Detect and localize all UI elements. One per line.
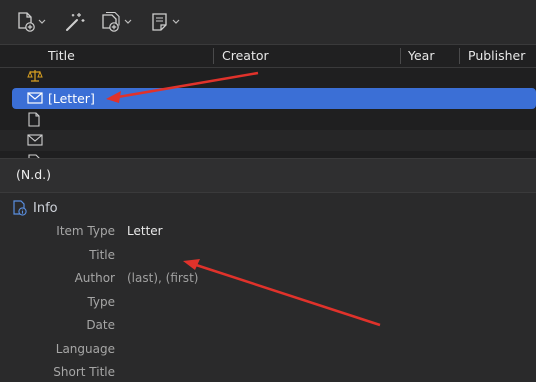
attachment-add-icon [102, 11, 120, 32]
add-attachment-button[interactable] [100, 10, 132, 34]
info-icon [13, 200, 27, 216]
item-pane-header: (N.d.) [0, 159, 536, 193]
field-label-date: Date [86, 318, 115, 332]
note-icon [152, 13, 167, 31]
field-label-item-type: Item Type [56, 224, 115, 238]
magic-wand-button[interactable] [64, 10, 86, 34]
field-label-language: Language [55, 342, 115, 356]
envelope-icon [27, 134, 43, 146]
magic-wand-icon [66, 13, 85, 31]
document-icon [28, 112, 40, 127]
envelope-icon [27, 92, 43, 104]
items-table-header: Title Creator Year Publisher [0, 44, 536, 68]
field-label-author: Author [74, 271, 115, 285]
chevron-down-icon [172, 19, 180, 24]
items-list: [Letter] [0, 68, 536, 158]
author-field[interactable]: (last), (first) [127, 271, 198, 285]
info-section-title: Info [33, 200, 58, 216]
field-label-type: Type [87, 295, 115, 309]
item-type-select[interactable]: Letter [127, 224, 163, 238]
chevron-down-icon [38, 19, 46, 24]
column-separator[interactable] [213, 48, 214, 64]
column-creator[interactable]: Creator [222, 45, 269, 67]
row-title: [Letter] [48, 91, 95, 106]
field-label-title: Title [89, 248, 115, 262]
item-pane-title: (N.d.) [16, 167, 51, 182]
column-separator[interactable] [400, 48, 401, 64]
table-row[interactable] [0, 68, 536, 87]
table-row[interactable] [0, 109, 536, 130]
new-note-button[interactable] [150, 10, 180, 34]
toolbar [0, 0, 536, 44]
table-row[interactable] [0, 151, 536, 158]
new-item-button[interactable] [16, 10, 46, 34]
scales-icon [27, 70, 43, 82]
info-section: Info Item Type Letter Title Author (last… [0, 194, 536, 382]
column-publisher[interactable]: Publisher [468, 45, 525, 67]
table-row[interactable] [0, 130, 536, 151]
column-year[interactable]: Year [408, 45, 434, 67]
new-document-icon [18, 12, 35, 32]
chevron-down-icon [124, 19, 132, 24]
column-separator[interactable] [459, 48, 460, 64]
field-label-short-title: Short Title [53, 365, 115, 379]
column-title[interactable]: Title [48, 45, 75, 67]
table-row-selected[interactable]: [Letter] [12, 88, 536, 109]
info-section-toggle[interactable]: Info [12, 200, 58, 216]
